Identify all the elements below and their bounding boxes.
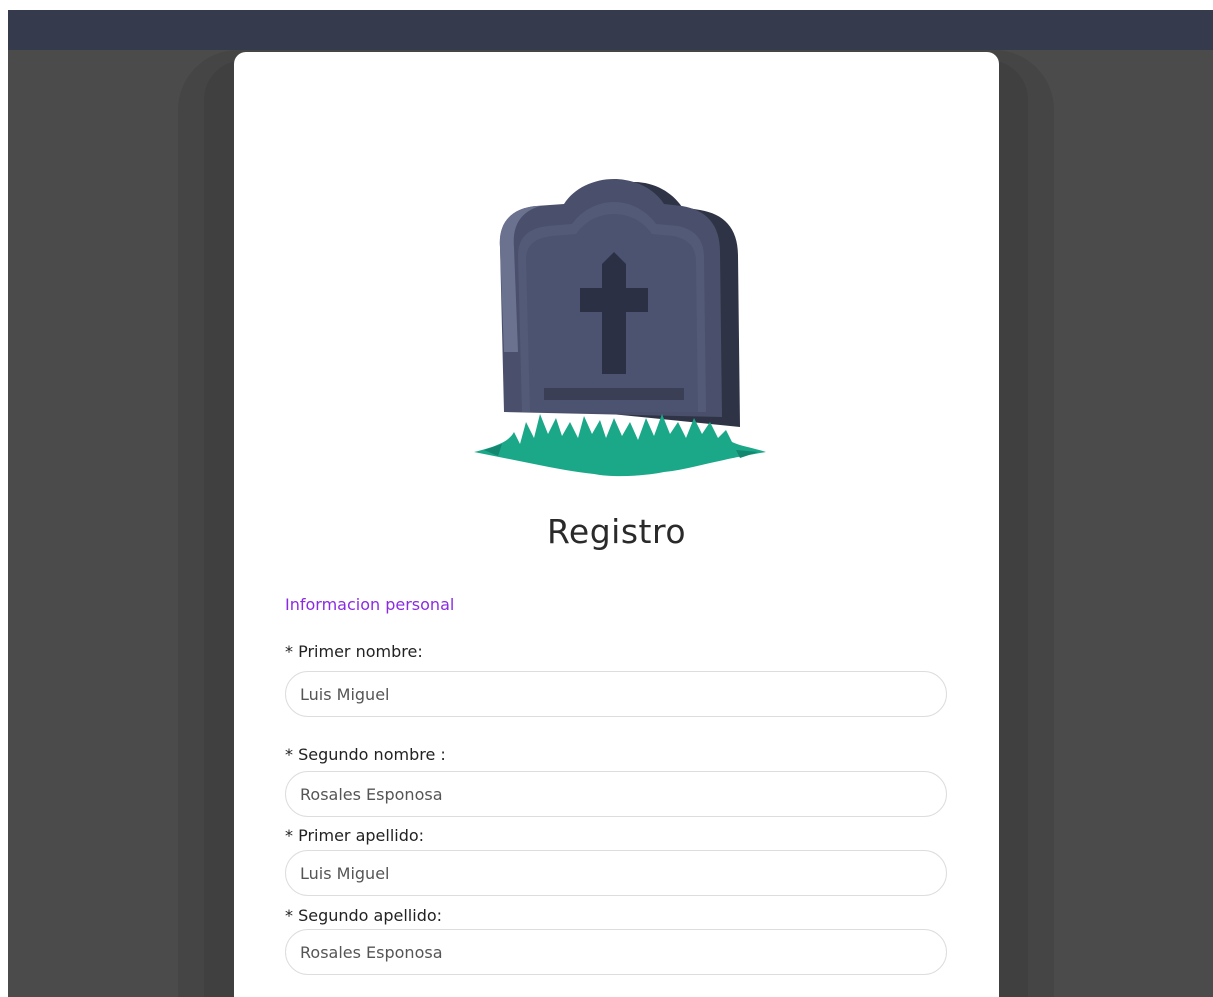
first-name-input[interactable] [285, 671, 947, 717]
first-surname-label: * Primer apellido: [285, 826, 425, 845]
first-surname-input[interactable] [285, 850, 947, 896]
window-edge [0, 0, 8, 997]
top-navigation-bar [8, 10, 1213, 50]
first-name-label: * Primer nombre: [285, 642, 423, 661]
second-name-label: * Segundo nombre : [285, 745, 446, 764]
page-title: Registro [546, 512, 687, 551]
tombstone-illustration [474, 179, 766, 477]
second-name-input[interactable] [285, 771, 947, 817]
second-surname-label: * Segundo apellido: [285, 906, 443, 925]
second-surname-input[interactable] [285, 929, 947, 975]
registration-card: Registro Informacion personal * Primer n… [234, 52, 999, 997]
section-label-personal-info: Informacion personal [285, 595, 455, 614]
